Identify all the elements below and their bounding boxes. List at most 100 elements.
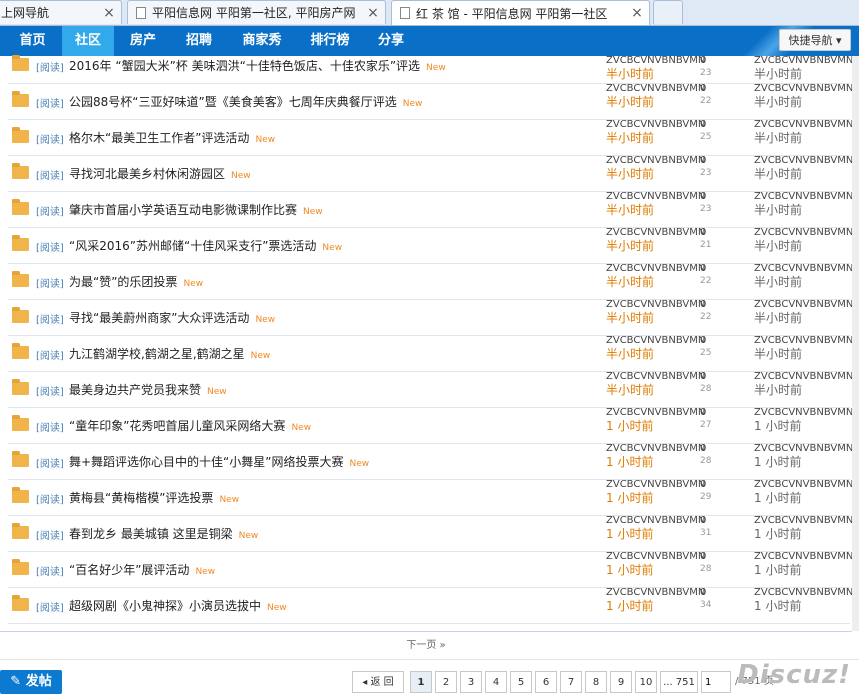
thread-row[interactable]: [阅读] 春到龙乡 最美城镇 这里是铜梁 New ZVCBCVNVBNBVMN 1 小时… [8, 515, 853, 552]
thread-row[interactable]: [阅读] 超级网剧《小鬼神探》小演员选拔中 New ZVCBCVNVBNBVMN 1 小… [8, 587, 853, 624]
thread-category-tag[interactable]: [阅读] [36, 491, 64, 506]
last-author-name[interactable]: ZVCBCVNVBNBVMN [754, 119, 853, 131]
thread-row[interactable]: [阅读] “百名好少年”展评活动 New ZVCBCVNVBNBVMN 1 小时前 0 28… [8, 551, 853, 588]
thread-title-link[interactable]: 肇庆市首届小学英语互动电影微课制作比赛 New [69, 201, 323, 218]
author-name[interactable]: ZVCBCVNVBNBVMN [606, 227, 705, 239]
thread-row[interactable]: [阅读] 格尔木“最美卫生工作者”评选活动 New ZVCBCVNVBNBVMN 半小时… [8, 119, 853, 156]
page-number-button[interactable]: ... 751 [660, 671, 698, 693]
thread-title-link[interactable]: 舞+舞蹈评选你心目中的十佳“小舞星”网络投票大赛 New [69, 453, 369, 470]
last-author-name[interactable]: ZVCBCVNVBNBVMN [754, 515, 853, 527]
thread-title-link[interactable]: 最美身边共产党员我来赞 New [69, 381, 227, 398]
thread-title-link[interactable]: “风采2016”苏州邮储“十佳风采支行”票选活动 New [69, 237, 342, 254]
last-author-name[interactable]: ZVCBCVNVBNBVMN [754, 371, 853, 383]
last-author-name[interactable]: ZVCBCVNVBNBVMN [754, 299, 853, 311]
thread-category-tag[interactable]: [阅读] [36, 383, 64, 398]
nav-item-community[interactable]: 社区 [62, 26, 114, 56]
author-name[interactable]: ZVCBCVNVBNBVMN [606, 515, 705, 527]
thread-row[interactable]: [阅读] 最美身边共产党员我来赞 New ZVCBCVNVBNBVMN 半小时前 0 28 Z… [8, 371, 853, 408]
page-number-button[interactable]: 1 [410, 671, 432, 693]
nav-item-merchants[interactable]: 商家秀 [233, 26, 291, 56]
last-author-name[interactable]: ZVCBCVNVBNBVMN [754, 227, 853, 239]
page-number-button[interactable]: 7 [560, 671, 582, 693]
post-button[interactable]: ✎ 发帖 [0, 670, 62, 694]
thread-title-link[interactable]: 寻找“最美蔚州商家”大众评选活动 New [69, 309, 275, 326]
thread-category-tag[interactable]: [阅读] [36, 455, 64, 470]
thread-category-tag[interactable]: [阅读] [36, 419, 64, 434]
thread-title-link[interactable]: 黄梅县“黄梅楷模”评选投票 New [69, 489, 239, 506]
last-author-name[interactable]: ZVCBCVNVBNBVMN [754, 587, 853, 599]
thread-row[interactable]: [阅读] 寻找“最美蔚州商家”大众评选活动 New ZVCBCVNVBNBVMN 半小时… [8, 299, 853, 336]
thread-category-tag[interactable]: [阅读] [36, 347, 64, 362]
thread-row[interactable]: [阅读] 寻找河北最美乡村休闲游园区 New ZVCBCVNVBNBVMN 半小时前 0 2… [8, 155, 853, 192]
last-author-name[interactable]: ZVCBCVNVBNBVMN [754, 551, 853, 563]
thread-category-tag[interactable]: [阅读] [36, 311, 64, 326]
thread-category-tag[interactable]: [阅读] [36, 599, 64, 614]
nav-item-house[interactable]: 房产 [117, 26, 169, 56]
thread-row[interactable]: [阅读] 舞+舞蹈评选你心目中的十佳“小舞星”网络投票大赛 New ZVCBCVNVB… [8, 443, 853, 480]
next-page-link[interactable]: 下一页 » [0, 631, 852, 660]
author-name[interactable]: ZVCBCVNVBNBVMN [606, 155, 705, 167]
page-number-button[interactable]: 2 [435, 671, 457, 693]
thread-title-link[interactable]: 九江鹤湖学校,鹤湖之星,鹤湖之星 New [69, 345, 270, 362]
thread-title-link[interactable]: 2016年 “蟹园大米”杯 美味泗洪“十佳特色饭店、十佳农家乐”评选 New [69, 57, 446, 74]
last-author-name[interactable]: ZVCBCVNVBNBVMN [754, 479, 853, 491]
thread-title-link[interactable]: 公园88号杯“三亚好味道”暨《美食美客》七周年庆典餐厅评选 New [69, 93, 422, 110]
thread-title-link[interactable]: 为最“赞”的乐团投票 New [69, 273, 203, 290]
thread-row[interactable]: [阅读] 2016年 “蟹园大米”杯 美味泗洪“十佳特色饭店、十佳农家乐”评选 Ne… [8, 55, 853, 84]
author-name[interactable]: ZVCBCVNVBNBVMN [606, 263, 705, 275]
nav-item-jobs[interactable]: 招聘 [173, 26, 225, 56]
author-name[interactable]: ZVCBCVNVBNBVMN [606, 479, 705, 491]
new-tab-button[interactable] [653, 0, 683, 24]
close-icon[interactable]: × [629, 5, 645, 21]
thread-category-tag[interactable]: [阅读] [36, 275, 64, 290]
nav-item-home[interactable]: 首页 [5, 26, 60, 56]
last-author-name[interactable]: ZVCBCVNVBNBVMN [754, 191, 853, 203]
browser-tab[interactable]: 上网导航 × [0, 0, 122, 24]
last-author-name[interactable]: ZVCBCVNVBNBVMN [754, 263, 853, 275]
thread-category-tag[interactable]: [阅读] [36, 167, 64, 182]
author-name[interactable]: ZVCBCVNVBNBVMN [606, 587, 705, 599]
page-number-button[interactable]: 6 [535, 671, 557, 693]
thread-title-link[interactable]: 寻找河北最美乡村休闲游园区 New [69, 165, 251, 182]
author-name[interactable]: ZVCBCVNVBNBVMN [606, 55, 705, 67]
thread-category-tag[interactable]: [阅读] [36, 59, 64, 74]
close-icon[interactable]: × [365, 5, 381, 21]
thread-category-tag[interactable]: [阅读] [36, 563, 64, 578]
page-number-button[interactable]: 4 [485, 671, 507, 693]
thread-category-tag[interactable]: [阅读] [36, 203, 64, 218]
browser-tab[interactable]: 平阳信息网 平阳第一社区, 平阳房产网 × [127, 0, 386, 24]
thread-category-tag[interactable]: [阅读] [36, 527, 64, 542]
last-author-name[interactable]: ZVCBCVNVBNBVMN [754, 55, 853, 67]
page-number-button[interactable]: 9 [610, 671, 632, 693]
page-jump-input[interactable] [701, 671, 731, 693]
last-author-name[interactable]: ZVCBCVNVBNBVMN [754, 335, 853, 347]
quick-nav-button[interactable]: 快捷导航 ▾ [779, 29, 851, 51]
author-name[interactable]: ZVCBCVNVBNBVMN [606, 335, 705, 347]
thread-title-link[interactable]: 春到龙乡 最美城镇 这里是铜梁 New [69, 525, 258, 542]
thread-row[interactable]: [阅读] 公园88号杯“三亚好味道”暨《美食美客》七周年庆典餐厅评选 New ZVCB… [8, 83, 853, 120]
thread-category-tag[interactable]: [阅读] [36, 239, 64, 254]
author-name[interactable]: ZVCBCVNVBNBVMN [606, 443, 705, 455]
last-author-name[interactable]: ZVCBCVNVBNBVMN [754, 443, 853, 455]
thread-row[interactable]: [阅读] 肇庆市首届小学英语互动电影微课制作比赛 New ZVCBCVNVBNBVMN… [8, 191, 853, 228]
page-number-button[interactable]: 5 [510, 671, 532, 693]
thread-row[interactable]: [阅读] 为最“赞”的乐团投票 New ZVCBCVNVBNBVMN 半小时前 0 22 ZV… [8, 263, 853, 300]
thread-category-tag[interactable]: [阅读] [36, 131, 64, 146]
page-number-button[interactable]: 3 [460, 671, 482, 693]
author-name[interactable]: ZVCBCVNVBNBVMN [606, 551, 705, 563]
last-author-name[interactable]: ZVCBCVNVBNBVMN [754, 407, 853, 419]
author-name[interactable]: ZVCBCVNVBNBVMN [606, 191, 705, 203]
author-name[interactable]: ZVCBCVNVBNBVMN [606, 407, 705, 419]
author-name[interactable]: ZVCBCVNVBNBVMN [606, 371, 705, 383]
thread-title-link[interactable]: “百名好少年”展评活动 New [69, 561, 215, 578]
thread-title-link[interactable]: 超级网剧《小鬼神探》小演员选拔中 New [69, 597, 287, 614]
author-name[interactable]: ZVCBCVNVBNBVMN [606, 83, 705, 95]
thread-row[interactable]: [阅读] “风采2016”苏州邮储“十佳风采支行”票选活动 New ZVCBCVNVB… [8, 227, 853, 264]
page-number-button[interactable]: 8 [585, 671, 607, 693]
page-number-button[interactable]: 10 [635, 671, 657, 693]
thread-row[interactable]: [阅读] 黄梅县“黄梅楷模”评选投票 New ZVCBCVNVBNBVMN 1 小时前 0… [8, 479, 853, 516]
thread-category-tag[interactable]: [阅读] [36, 95, 64, 110]
thread-row[interactable]: [阅读] 九江鹤湖学校,鹤湖之星,鹤湖之星 New ZVCBCVNVBNBVMN 半小时… [8, 335, 853, 372]
back-button[interactable]: ◂ 返 回 [352, 671, 404, 693]
thread-title-link[interactable]: “童年印象”花秀吧首届儿童风采网络大赛 New [69, 417, 311, 434]
